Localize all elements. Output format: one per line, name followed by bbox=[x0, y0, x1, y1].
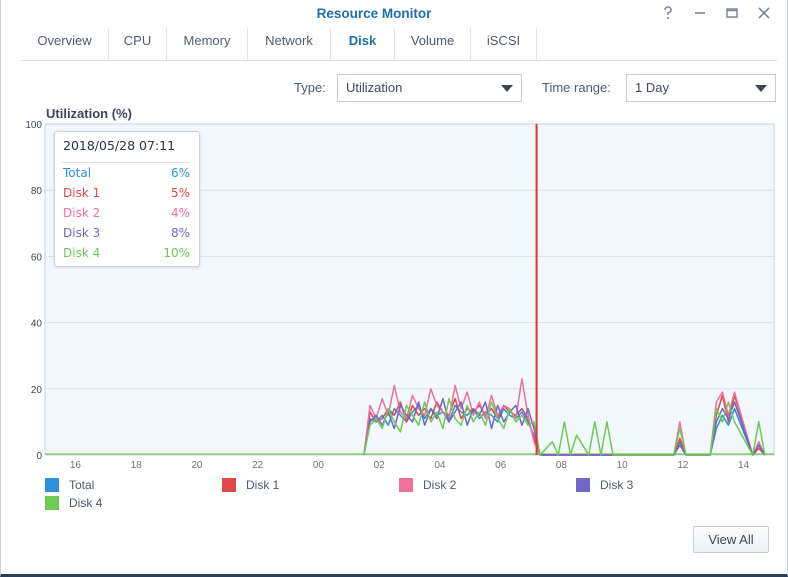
tab-overview[interactable]: Overview bbox=[21, 28, 109, 60]
chart-tooltip: 2018/05/28 07:11 Total 6% Disk 1 5% Disk… bbox=[54, 131, 200, 267]
y-tick-label: 40 bbox=[31, 319, 43, 330]
tooltip-row-value: 4% bbox=[170, 206, 190, 220]
x-tick-label: 20 bbox=[191, 460, 203, 471]
tooltip-divider bbox=[62, 162, 190, 163]
x-tick-label: 00 bbox=[313, 460, 325, 471]
x-tick-label: 22 bbox=[252, 460, 264, 471]
tooltip-row-value: 8% bbox=[170, 226, 190, 240]
tab-cpu[interactable]: CPU bbox=[109, 28, 167, 60]
x-tick-label: 14 bbox=[738, 460, 750, 471]
x-tick-label: 16 bbox=[70, 460, 82, 471]
tab-memory[interactable]: Memory bbox=[167, 28, 248, 60]
time-range-select[interactable]: 1 Day bbox=[626, 74, 776, 102]
tooltip-row-total: Total 6% bbox=[63, 166, 190, 184]
legend-label: Disk 2 bbox=[423, 478, 457, 492]
legend-label: Disk 4 bbox=[69, 496, 103, 510]
tooltip-row-disk-3: Disk 3 8% bbox=[63, 226, 190, 244]
tooltip-row-name: Disk 3 bbox=[63, 226, 101, 240]
legend-swatch bbox=[399, 478, 413, 492]
legend-swatch bbox=[45, 478, 59, 492]
tooltip-row-name: Total bbox=[63, 166, 92, 180]
help-icon[interactable] bbox=[659, 4, 677, 22]
legend-label: Disk 3 bbox=[600, 478, 634, 492]
chevron-down-icon bbox=[501, 85, 513, 92]
tab-bar: Overview CPU Memory Network Disk Volume … bbox=[21, 28, 777, 61]
tooltip-row-name: Disk 4 bbox=[63, 246, 101, 260]
x-tick-label: 02 bbox=[374, 460, 386, 471]
time-range-label: Time range: bbox=[542, 80, 611, 95]
y-tick-label: 100 bbox=[25, 120, 42, 131]
tooltip-row-disk-4: Disk 4 10% bbox=[63, 246, 190, 264]
tooltip-row-name: Disk 1 bbox=[63, 186, 101, 200]
y-tick-label: 60 bbox=[31, 252, 43, 263]
type-select[interactable]: Utilization bbox=[337, 74, 522, 102]
maximize-icon[interactable] bbox=[723, 4, 741, 22]
close-icon[interactable] bbox=[755, 4, 773, 22]
tab-disk[interactable]: Disk bbox=[331, 28, 395, 60]
legend-swatch bbox=[576, 478, 590, 492]
type-select-value: Utilization bbox=[346, 80, 403, 95]
tooltip-row-disk-2: Disk 2 4% bbox=[63, 206, 190, 224]
y-tick-label: 20 bbox=[31, 385, 43, 396]
tab-volume[interactable]: Volume bbox=[395, 28, 471, 60]
x-tick-label: 08 bbox=[556, 460, 568, 471]
tooltip-row-value: 5% bbox=[170, 186, 190, 200]
title-bar[interactable]: Resource Monitor bbox=[1, 0, 787, 28]
tooltip-row-disk-1: Disk 1 5% bbox=[63, 186, 190, 204]
resource-monitor-window: Resource Monitor Overview CPU Memory Net… bbox=[0, 0, 788, 577]
type-label: Type: bbox=[294, 80, 326, 95]
x-tick-label: 18 bbox=[131, 460, 143, 471]
legend-label: Disk 1 bbox=[246, 478, 280, 492]
legend-swatch bbox=[222, 478, 236, 492]
x-tick-label: 04 bbox=[434, 460, 446, 471]
y-tick-label: 80 bbox=[31, 186, 43, 197]
chevron-down-icon bbox=[755, 85, 767, 92]
tooltip-row-value: 6% bbox=[170, 166, 190, 180]
legend-label: Total bbox=[69, 478, 95, 492]
tab-iscsi[interactable]: iSCSI bbox=[471, 28, 537, 60]
x-tick-label: 12 bbox=[677, 460, 689, 471]
legend-swatch bbox=[45, 496, 59, 510]
tooltip-row-name: Disk 2 bbox=[63, 206, 101, 220]
time-range-select-value: 1 Day bbox=[635, 80, 669, 95]
y-tick-label: 0 bbox=[36, 451, 42, 462]
x-tick-label: 10 bbox=[617, 460, 629, 471]
view-all-button[interactable]: View All bbox=[693, 526, 769, 553]
x-tick-label: 06 bbox=[495, 460, 507, 471]
tooltip-row-value: 10% bbox=[163, 246, 190, 260]
minimize-icon[interactable] bbox=[691, 4, 709, 22]
tab-network[interactable]: Network bbox=[248, 28, 331, 60]
tooltip-time: 2018/05/28 07:11 bbox=[63, 138, 176, 153]
